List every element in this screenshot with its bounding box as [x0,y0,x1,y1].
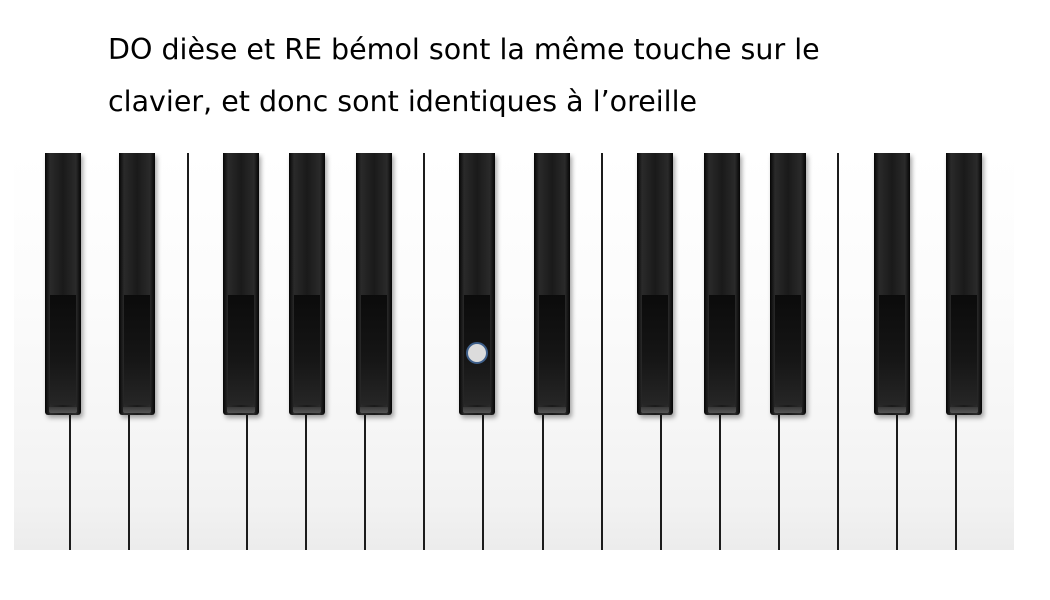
black-key-c-sharp-d-flat[interactable] [459,153,495,415]
black-key[interactable] [356,153,392,415]
piano-keyboard [14,153,1014,550]
white-key-separator [955,415,957,550]
black-key[interactable] [637,153,673,415]
highlight-dot-marker [466,342,488,364]
black-key[interactable] [45,153,81,415]
white-key-separator [246,415,248,550]
black-key[interactable] [704,153,740,415]
white-key-separator [837,153,839,550]
white-key-separator [423,153,425,550]
white-key-separator [719,415,721,550]
black-key[interactable] [534,153,570,415]
black-key[interactable] [223,153,259,415]
white-key-separator [482,415,484,550]
black-key[interactable] [874,153,910,415]
black-key[interactable] [946,153,982,415]
white-key-separator [896,415,898,550]
black-key[interactable] [770,153,806,415]
white-key-separator [601,153,603,550]
white-key-separator [128,415,130,550]
white-key-separator [305,415,307,550]
black-key[interactable] [119,153,155,415]
caption-text: DO dièse et RE bémol sont la même touche… [108,24,1008,128]
white-key-separator [69,415,71,550]
white-key-separator [660,415,662,550]
caption-line-2: clavier, et donc sont identiques à l’ore… [108,85,698,118]
white-key-separator [778,415,780,550]
caption-line-1: DO dièse et RE bémol sont la même touche… [108,33,820,66]
white-key-separator [542,415,544,550]
black-key[interactable] [289,153,325,415]
white-key-separator [187,153,189,550]
white-key-separator [364,415,366,550]
